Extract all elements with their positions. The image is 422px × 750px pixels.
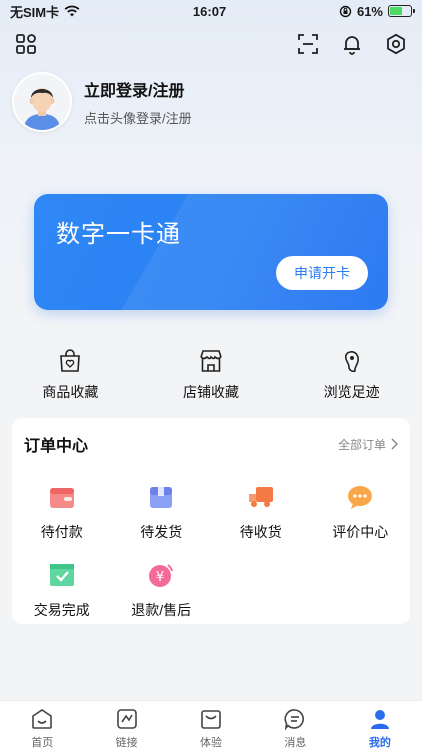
fav-goods[interactable]: 商品收藏 <box>0 348 141 402</box>
tab-label: 首页 <box>31 737 54 749</box>
truck-icon <box>248 487 273 507</box>
order-label: 退款/售后 <box>131 602 192 618</box>
apply-card-button[interactable]: 申请开卡 <box>276 256 368 290</box>
clock-time: 16:07 <box>192 3 227 19</box>
login-subtitle: 点击头像登录/注册 <box>84 111 192 126</box>
order-label: 评价中心 <box>332 524 389 540</box>
order-label: 待收货 <box>239 524 282 540</box>
settings-icon[interactable] <box>384 32 408 56</box>
wifi-icon <box>64 5 80 17</box>
tab-label: 链接 <box>115 737 138 749</box>
bottom-tab-bar: 首页 链接 体验 消息 我的 <box>0 700 422 750</box>
order-label: 待发货 <box>140 524 183 540</box>
order-review-center[interactable]: 评价中心 <box>311 482 411 542</box>
carrier-text: 无SIM卡 <box>10 4 60 20</box>
all-orders-label: 全部订单 <box>337 437 386 452</box>
check-box-icon <box>49 564 74 586</box>
tab-link[interactable]: 链接 <box>84 701 168 750</box>
comment-bubble-icon <box>348 486 373 509</box>
profile-section[interactable]: 立即登录/注册 点击头像登录/注册 <box>12 72 192 132</box>
package-icon <box>150 487 173 508</box>
order-pending-payment[interactable]: 待付款 <box>12 482 112 542</box>
bell-icon[interactable] <box>340 32 364 56</box>
store-icon <box>200 350 222 372</box>
chevron-right-icon <box>391 438 398 450</box>
fav-store[interactable]: 店铺收藏 <box>141 348 282 402</box>
footprint-icon <box>344 351 359 373</box>
tab-home[interactable]: 首页 <box>0 701 84 750</box>
order-center-title: 订单中心 <box>24 438 89 455</box>
favorites-row: 商品收藏 店铺收藏 浏览足迹 <box>0 348 422 402</box>
tab-experience[interactable]: 体验 <box>169 701 253 750</box>
tab-label: 我的 <box>368 737 391 749</box>
order-label: 待付款 <box>40 524 83 540</box>
fav-history[interactable]: 浏览足迹 <box>281 348 422 402</box>
order-pending-shipment[interactable]: 待发货 <box>112 482 212 542</box>
fav-label: 店铺收藏 <box>183 384 239 400</box>
experience-icon <box>201 710 221 729</box>
digital-card-banner: 数字一卡通 申请开卡 <box>34 194 388 310</box>
message-icon <box>284 709 305 731</box>
fav-label: 浏览足迹 <box>323 384 380 400</box>
svg-text:¥: ¥ <box>156 570 164 585</box>
order-pending-receipt[interactable]: 待收货 <box>211 482 311 542</box>
battery-icon <box>388 5 415 17</box>
top-toolbar <box>14 30 408 58</box>
fav-label: 商品收藏 <box>42 384 99 400</box>
scan-icon[interactable] <box>296 32 320 56</box>
status-bar: 无SIM卡 16:07 61% <box>0 0 422 22</box>
order-refund[interactable]: ¥ 退款/售后 <box>112 560 212 620</box>
card-title: 数字一卡通 <box>56 221 181 248</box>
refund-icon: ¥ <box>149 564 174 587</box>
order-completed[interactable]: 交易完成 <box>12 560 112 620</box>
home-icon <box>32 709 53 729</box>
orientation-lock-icon <box>339 5 352 17</box>
tab-label: 体验 <box>200 737 223 749</box>
tab-mine[interactable]: 我的 <box>338 701 422 750</box>
order-center-card: 订单中心 全部订单 待付款 待发货 待收货 评价中心 交易完成 ¥ 退款/售后 <box>12 418 410 624</box>
order-label: 交易完成 <box>33 602 90 618</box>
battery-percent: 61% <box>356 3 383 19</box>
wallet-icon <box>49 488 74 508</box>
avatar[interactable] <box>12 72 72 132</box>
all-orders-link[interactable]: 全部订单 <box>338 436 398 453</box>
link-icon <box>116 709 137 729</box>
user-icon <box>370 710 389 729</box>
login-title[interactable]: 立即登录/注册 <box>84 77 192 101</box>
grid-menu-icon[interactable] <box>14 32 38 56</box>
shopping-bag-heart-icon <box>60 349 81 372</box>
tab-messages[interactable]: 消息 <box>253 701 337 750</box>
tab-label: 消息 <box>284 737 307 749</box>
